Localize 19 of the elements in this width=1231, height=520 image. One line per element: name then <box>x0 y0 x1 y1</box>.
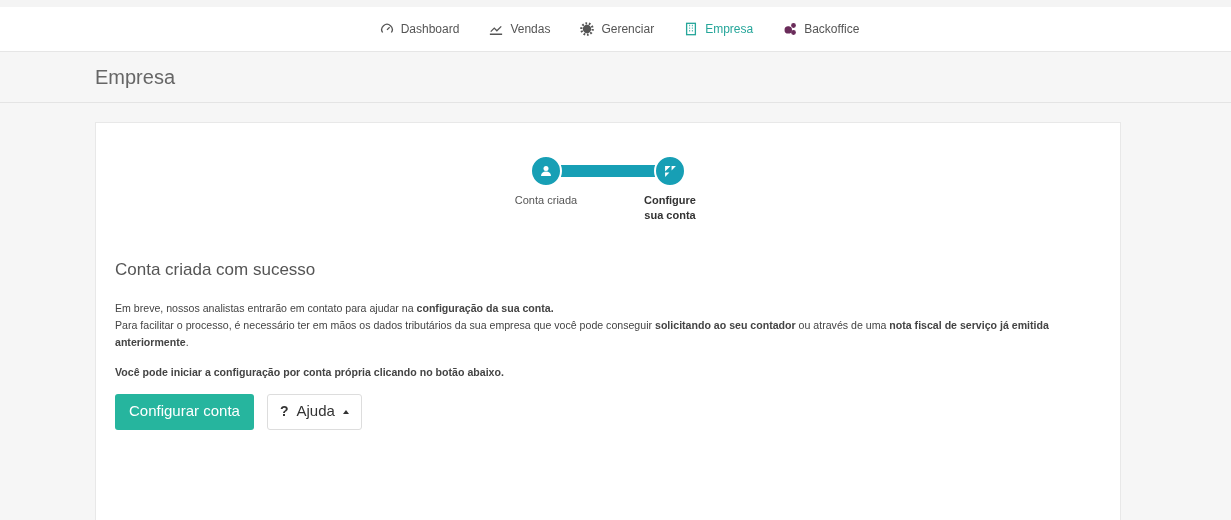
user-icon <box>540 165 552 177</box>
building-icon <box>684 22 699 36</box>
flag-icon <box>663 164 677 178</box>
paragraph: Para facilitar o processo, é necessário ter em mãos os dados tributários da sua empresa que você pode conseguir solicitando ao seu contador ou através de uma nota fiscal de serviço já emitida anteriormente. <box>115 317 1050 350</box>
nav-tab[interactable]: Gerenciar <box>580 20 655 38</box>
section-heading: Conta criada com sucesso <box>115 259 317 281</box>
nav-tab[interactable]: Backoffice <box>783 20 860 38</box>
gears-icon <box>783 22 798 36</box>
step-label: Conta criada <box>514 193 578 208</box>
step-label: Configure sua conta <box>643 193 697 223</box>
settings-icon <box>580 22 595 36</box>
page-title: Empresa <box>95 65 176 90</box>
paragraph: Em breve, nossos analistas entrarão em contato para ajudar na configuração da sua conta. <box>115 300 555 316</box>
nav-tab[interactable]: Vendas <box>489 20 551 38</box>
gauge-icon <box>379 22 394 36</box>
paragraph: Você pode iniciar a configuração por conta própria clicando no botão abaixo. <box>115 364 505 380</box>
help-button[interactable]: ? Ajuda <box>266 393 362 430</box>
nav-tab[interactable]: Dashboard <box>379 20 460 38</box>
caret-icon <box>342 409 349 414</box>
